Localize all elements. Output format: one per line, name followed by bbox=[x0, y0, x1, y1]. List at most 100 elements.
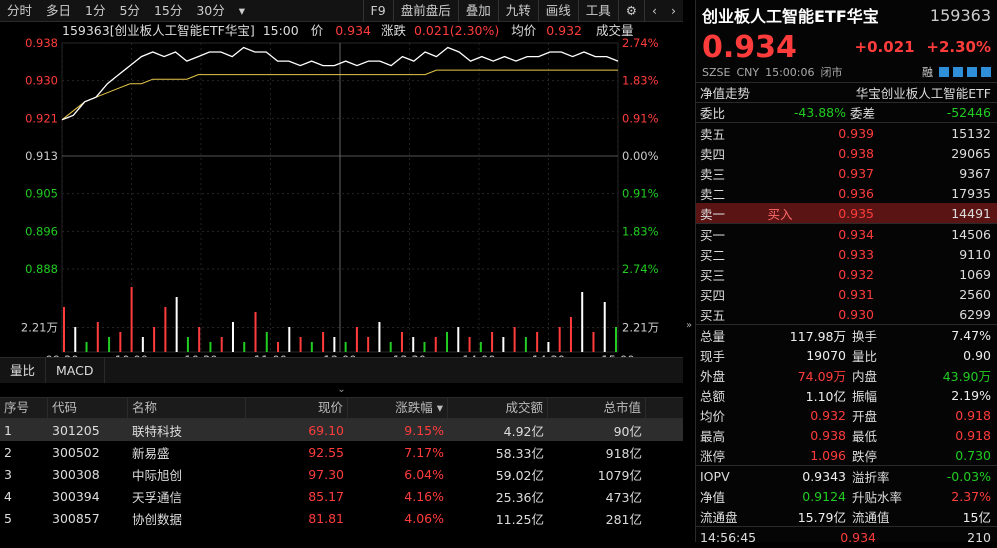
stat-row: 现手 19070 量比 0.90 bbox=[696, 345, 997, 365]
stat-label: 净值 bbox=[700, 489, 726, 505]
grid-icon[interactable] bbox=[981, 67, 991, 77]
bid-price: 0.933 bbox=[838, 246, 874, 262]
col-change-pct[interactable]: 涨跌幅 ▾ bbox=[348, 397, 448, 419]
table-row[interactable]: 2 300502 新易盛 92.55 7.17% 58.33亿 918亿 bbox=[0, 441, 683, 463]
bid-level: 买二 bbox=[700, 247, 726, 263]
tool-button-4[interactable]: 画线 bbox=[537, 0, 578, 22]
volume-bar bbox=[130, 287, 133, 352]
volume-bar bbox=[355, 327, 358, 352]
volume-bar bbox=[310, 342, 313, 352]
last-price: 0.934 bbox=[702, 29, 797, 65]
volume-bar bbox=[502, 337, 505, 352]
ask-row[interactable]: 卖二 0.936 17935 bbox=[696, 183, 997, 203]
period-tab-4[interactable]: 15分 bbox=[147, 0, 189, 22]
price-change: +0.021 bbox=[854, 38, 915, 56]
stat-value: 1.10亿 bbox=[805, 388, 846, 404]
stat-label: 外盘 bbox=[700, 368, 726, 384]
ask-volume: 15132 bbox=[951, 125, 991, 141]
chevron-left-icon[interactable]: ‹ bbox=[644, 0, 664, 22]
col-turnover[interactable]: 成交额 bbox=[448, 397, 548, 419]
stock-list-table: 序号 代码 名称 现价 涨跌幅 ▾ 成交额 总市值 1 301205 联特科技 69.… bbox=[0, 397, 683, 529]
row-index: 1 bbox=[4, 422, 12, 438]
row-market-cap: 281亿 bbox=[605, 511, 642, 527]
table-row[interactable]: 4 300394 天孚通信 85.17 4.16% 25.36亿 473亿 bbox=[0, 485, 683, 507]
table-row[interactable]: 3 300308 中际旭创 97.30 6.04% 59.02亿 1079亿 bbox=[0, 463, 683, 485]
y-pct-label: 1.83% bbox=[622, 74, 659, 88]
ask-row[interactable]: 卖一 买入 0.935 14491 bbox=[696, 203, 997, 223]
table-row[interactable]: 5 300857 协创数据 81.81 4.06% 11.25亿 281亿 bbox=[0, 507, 683, 529]
volume-bar bbox=[434, 337, 437, 352]
market: SZSE bbox=[702, 65, 731, 79]
fund-code: 159363 bbox=[929, 5, 991, 25]
stat-value: 0.918 bbox=[955, 407, 991, 423]
ask-row[interactable]: 卖五 0.939 15132 bbox=[696, 123, 997, 143]
tick-price: 0.934 bbox=[840, 530, 876, 545]
table-header: 序号 代码 名称 现价 涨跌幅 ▾ 成交额 总市值 bbox=[0, 397, 683, 419]
row-price: 81.81 bbox=[308, 510, 344, 526]
more-periods-icon[interactable]: ▾ bbox=[232, 0, 252, 22]
expand-right-panel-icon[interactable]: » bbox=[683, 320, 695, 331]
bid-row[interactable]: 买三 0.932 1069 bbox=[696, 264, 997, 284]
volume-bar bbox=[547, 342, 550, 352]
tab-macd[interactable]: MACD bbox=[46, 358, 105, 383]
bid-volume: 6299 bbox=[959, 306, 991, 322]
bid-volume: 9110 bbox=[959, 246, 991, 262]
period-tab-1[interactable]: 多日 bbox=[39, 0, 78, 22]
col-market-cap[interactable]: 总市值 bbox=[548, 397, 646, 419]
share-icon[interactable] bbox=[967, 67, 977, 77]
ask-level: 卖四 bbox=[700, 146, 726, 162]
vol-tick-right: 2.21万 bbox=[622, 321, 659, 335]
bid-row[interactable]: 买四 0.931 2560 bbox=[696, 284, 997, 304]
bid-volume: 1069 bbox=[959, 266, 991, 282]
stat-label: 开盘 bbox=[852, 408, 878, 424]
chevron-right-icon[interactable]: › bbox=[664, 0, 683, 22]
col-name[interactable]: 名称 bbox=[128, 397, 246, 419]
volume-bar bbox=[378, 322, 381, 352]
stat-label: 跌停 bbox=[852, 448, 878, 464]
tool-button-1[interactable]: 盘前盘后 bbox=[392, 0, 458, 22]
row-index: 4 bbox=[4, 488, 12, 504]
bid-price: 0.932 bbox=[838, 266, 874, 282]
row-turnover: 25.36亿 bbox=[495, 489, 544, 505]
period-tab-5[interactable]: 30分 bbox=[189, 0, 231, 22]
ask-row[interactable]: 卖四 0.938 29065 bbox=[696, 143, 997, 163]
col-index[interactable]: 序号 bbox=[0, 397, 48, 419]
note-icon[interactable] bbox=[953, 67, 963, 77]
bid-volume: 14506 bbox=[951, 226, 991, 242]
volume-bar bbox=[344, 342, 347, 352]
tool-button-2[interactable]: 叠加 bbox=[457, 0, 498, 22]
period-tab-2[interactable]: 1分 bbox=[78, 0, 112, 22]
margin-badge: 融 bbox=[922, 66, 933, 79]
volume-bar bbox=[592, 332, 595, 352]
row-code: 301205 bbox=[52, 422, 100, 438]
tab-volume-ratio[interactable]: 量比 bbox=[0, 358, 47, 383]
y-pct-label: 1.83% bbox=[622, 224, 659, 238]
indicator-tabs: 量比 MACD bbox=[0, 357, 683, 383]
nav-trend-tab[interactable]: 净值走势 bbox=[700, 83, 810, 102]
ask-level: 卖一 bbox=[700, 206, 726, 222]
volume-bar bbox=[153, 327, 156, 352]
row-name: 新易盛 bbox=[132, 445, 170, 461]
ask-row[interactable]: 卖三 0.937 9367 bbox=[696, 163, 997, 183]
col-code[interactable]: 代码 bbox=[48, 397, 128, 419]
period-tab-3[interactable]: 5分 bbox=[112, 0, 146, 22]
gear-icon[interactable]: ⚙ bbox=[617, 0, 644, 22]
tool-button-5[interactable]: 工具 bbox=[577, 0, 618, 22]
row-turnover: 58.33亿 bbox=[495, 445, 544, 461]
col-price[interactable]: 现价 bbox=[246, 397, 348, 419]
bid-row[interactable]: 买五 0.930 6299 bbox=[696, 304, 997, 324]
tool-button-3[interactable]: 九转 bbox=[497, 0, 538, 22]
tool-button-0[interactable]: F9 bbox=[362, 0, 393, 22]
bid-row[interactable]: 买二 0.933 9110 bbox=[696, 244, 997, 264]
row-name: 联特科技 bbox=[132, 423, 183, 439]
edit-icon[interactable] bbox=[939, 67, 949, 77]
period-tab-0[interactable]: 分时 bbox=[0, 0, 39, 22]
y-tick-label: 0.938 bbox=[25, 36, 58, 50]
table-row[interactable]: 1 301205 联特科技 69.10 9.15% 4.92亿 90亿 bbox=[0, 419, 683, 441]
row-price: 85.17 bbox=[308, 488, 344, 504]
bid-row[interactable]: 买一 0.934 14506 bbox=[696, 224, 997, 244]
volume-bar bbox=[322, 332, 325, 352]
collapse-chevron-icon[interactable]: ⌄ bbox=[0, 383, 683, 396]
stat-label: 总额 bbox=[700, 388, 726, 404]
intraday-chart[interactable]: 0.938 2.74% 0.930 1.83% 0.921 0.91% 0.913 0.00%… bbox=[0, 22, 683, 357]
